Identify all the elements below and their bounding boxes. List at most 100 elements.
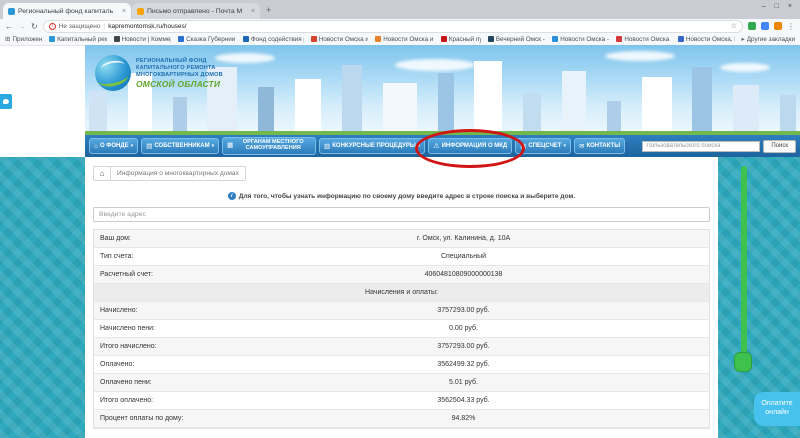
row-value: 3757293.00 руб.: [218, 307, 709, 314]
home-breadcrumb-button[interactable]: ⌂: [93, 166, 111, 181]
bookmark-favicon-icon: [678, 36, 684, 42]
logo-text: РЕГИОНАЛЬНЫЙ ФОНД КАПИТАЛЬНОГО РЕМОНТА М…: [136, 58, 223, 89]
site-favicon-icon: [8, 8, 15, 15]
chevron-down-icon: ▾: [212, 143, 215, 149]
new-tab-button[interactable]: +: [260, 5, 277, 15]
bookmark-item[interactable]: Сказка Губернии О...: [178, 36, 236, 43]
table-row: Начислено: 3757293.00 руб.: [94, 302, 709, 320]
bookmark-favicon-icon: [178, 36, 184, 42]
browser-tab-active[interactable]: Региональный фонд капиталь ×: [3, 3, 131, 19]
bookmark-label: Новости Омска и ...: [624, 36, 671, 43]
row-label: Ваш дом:: [94, 235, 218, 242]
green-scrollbar-thumb[interactable]: [734, 352, 752, 372]
home-icon: ⌂: [100, 169, 105, 178]
table-row: Оплачено: 3562499.32 руб.: [94, 356, 709, 374]
row-value: 3757293.00 руб.: [218, 343, 709, 350]
bookmark-star-icon[interactable]: ☆: [731, 22, 737, 30]
notice-text: Для того, чтобы узнать информацию по сво…: [239, 193, 575, 200]
bookmark-label: Капитальный ремо...: [57, 36, 107, 43]
site-search-button[interactable]: Поиск: [763, 140, 796, 153]
nav-icon: ▥: [324, 142, 330, 150]
back-icon[interactable]: ←: [5, 22, 13, 31]
bookmark-label: Сказка Губернии О...: [186, 36, 236, 43]
pay-online-button[interactable]: Оплатите онлайн: [754, 392, 800, 426]
twitter-icon[interactable]: [0, 94, 12, 109]
bookmark-item[interactable]: Капитальный ремо...: [49, 36, 107, 43]
window-maximize-button[interactable]: □: [775, 3, 779, 10]
bookmark-item[interactable]: Новости Омска и о...: [311, 36, 368, 43]
bookmark-item[interactable]: Новости Омска - Н...: [552, 36, 609, 43]
building: [733, 85, 759, 131]
apps-grid-icon: ⊞: [5, 35, 10, 43]
bookmark-apps[interactable]: ⊞ Приложения: [5, 35, 42, 43]
window-minimize-button[interactable]: –: [762, 3, 766, 10]
address-search-input[interactable]: [93, 207, 710, 222]
warning-icon: ⚠: [433, 142, 439, 150]
logo-globe-icon: [95, 55, 131, 91]
page-content: ⌂ Информация о многоквартирных домах i Д…: [85, 157, 718, 438]
nav-kontakty[interactable]: ✉ КОНТАКТЫ: [574, 138, 625, 154]
site-search-input[interactable]: [642, 141, 760, 152]
bookmark-item[interactable]: Красный путь: [441, 36, 481, 43]
site-logo[interactable]: РЕГИОНАЛЬНЫЙ ФОНД КАПИТАЛЬНОГО РЕМОНТА М…: [95, 55, 223, 91]
extension-icon[interactable]: [748, 22, 756, 30]
logo-line: РЕГИОНАЛЬНЫЙ ФОНД: [136, 58, 223, 64]
nav-icon: ▤: [146, 142, 152, 150]
tab-close-icon[interactable]: ×: [122, 8, 126, 15]
tab-title: Письмо отправлено - Почта M: [147, 8, 248, 15]
chevron-down-icon: ▾: [131, 143, 134, 149]
nav-o-fonde[interactable]: ⌂ О ФОНДЕ ▾: [89, 138, 138, 154]
url-omnibox[interactable]: i Не защищено | kapremontomsk.ru/houses/…: [43, 20, 743, 33]
refresh-icon[interactable]: ↻: [31, 22, 38, 31]
building: [89, 91, 107, 131]
url-divider: |: [104, 23, 106, 30]
browser-menu-icon[interactable]: ⋮: [787, 22, 795, 31]
row-value: 0.00 руб.: [218, 325, 709, 332]
bookmark-item[interactable]: Новости | Коммерч...: [114, 36, 172, 43]
extension-icon[interactable]: [774, 22, 782, 30]
window-close-button[interactable]: ×: [788, 3, 792, 10]
bookmark-favicon-icon: [114, 36, 120, 42]
bookmark-item[interactable]: Новости Омска и О...: [375, 36, 434, 43]
security-label: Не защищено: [59, 23, 101, 30]
screen: Региональный фонд капиталь × Письмо отпр…: [0, 0, 800, 438]
nav-label: КОНКУРСНЫЕ ПРОЦЕДУРЫ: [332, 143, 416, 149]
other-bookmarks-button[interactable]: ▸ Другие закладки: [741, 35, 795, 43]
nav-sobstvennikam[interactable]: ▤ СОБСТВЕННИКАМ ▾: [141, 138, 219, 154]
bookmark-item[interactable]: Вечерний Омск - Н...: [488, 36, 545, 43]
folder-icon: ▸: [741, 35, 744, 43]
bookmark-favicon-icon: [375, 36, 381, 42]
bookmark-item[interactable]: Новости Омска и ...: [616, 36, 671, 43]
nav-organam-msu[interactable]: ▦ ОРГАНАМ МЕСТНОГО САМОУПРАВЛЕНИЯ: [222, 137, 316, 155]
tab-title: Региональный фонд капиталь: [18, 8, 119, 15]
building: [342, 65, 362, 131]
nav-label: КОНТАКТЫ: [586, 143, 620, 149]
table-row: Итого начислено: 3757293.00 руб.: [94, 338, 709, 356]
bookmark-label: Новости Омска - Н...: [560, 36, 609, 43]
table-row: Процент оплаты по дому: 94.82%: [94, 410, 709, 428]
pay-online-label: Оплатите: [761, 400, 792, 409]
building: [780, 95, 796, 131]
row-value: 3562504.33 руб.: [218, 397, 709, 404]
building: [692, 67, 712, 131]
site-info-icon[interactable]: i: [49, 23, 56, 30]
nav-specschet[interactable]: ▣ СПЕЦСЧЕТ ▾: [515, 138, 571, 154]
nav-konkursnye-procedury[interactable]: ▥ КОНКУРСНЫЕ ПРОЦЕДУРЫ ▾: [319, 138, 425, 154]
browser-tab-mail[interactable]: Письмо отправлено - Почта M ×: [132, 3, 260, 19]
building: [523, 93, 541, 131]
table-row: Тип счета: Специальный: [94, 248, 709, 266]
extension-icon[interactable]: [761, 22, 769, 30]
nav-informaciya-o-mkd[interactable]: ⚠ ИНФОРМАЦИЯ О МКД: [428, 138, 512, 154]
building: [438, 73, 454, 131]
nav-icon: ✉: [579, 142, 584, 150]
building: [258, 87, 274, 131]
table-section-header: Начисления и оплаты:: [94, 284, 709, 302]
tab-close-icon[interactable]: ×: [251, 8, 255, 15]
bookmark-item[interactable]: Фонд содействия ре...: [243, 36, 304, 43]
bookmark-item[interactable]: Новости Омска, Ка...: [678, 36, 736, 43]
bookmark-favicon-icon: [311, 36, 317, 42]
nav-label: О ФОНДЕ: [100, 143, 129, 149]
green-scrollbar-track[interactable]: [741, 166, 747, 366]
forward-icon[interactable]: →: [18, 22, 26, 31]
table-row: Оплачено пени: 5.01 руб.: [94, 374, 709, 392]
